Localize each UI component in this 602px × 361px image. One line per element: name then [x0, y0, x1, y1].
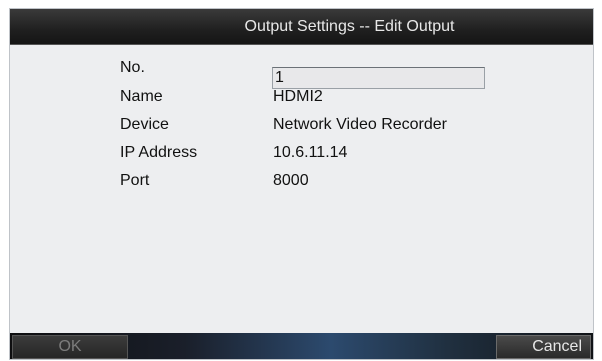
- output-form: No. Name HDMI2 Device Network Video Reco…: [10, 45, 593, 335]
- dialog-titlebar: Output Settings -- Edit Output: [10, 9, 593, 45]
- cancel-button[interactable]: Cancel: [496, 335, 591, 359]
- name-value: HDMI2: [273, 88, 323, 105]
- row-ip-address: IP Address 10.6.11.14: [10, 141, 593, 165]
- port-label: Port: [120, 172, 150, 189]
- port-value: 8000: [273, 172, 309, 189]
- ip-address-value: 10.6.11.14: [273, 144, 348, 161]
- ok-button[interactable]: OK: [12, 335, 128, 359]
- row-device: Device Network Video Recorder: [10, 113, 593, 137]
- dialog-title: Output Settings -- Edit Output: [244, 18, 455, 35]
- no-label: No.: [120, 59, 145, 76]
- edit-output-dialog: Output Settings -- Edit Output No. Name …: [9, 8, 594, 360]
- ip-address-label: IP Address: [120, 144, 198, 161]
- dialog-button-bar: OK Cancel: [10, 333, 593, 359]
- name-label: Name: [120, 88, 163, 105]
- row-port: Port 8000: [10, 169, 593, 193]
- row-no: No.: [10, 56, 593, 89]
- device-label: Device: [120, 116, 169, 133]
- device-value: Network Video Recorder: [273, 116, 448, 133]
- row-name: Name HDMI2: [10, 85, 593, 109]
